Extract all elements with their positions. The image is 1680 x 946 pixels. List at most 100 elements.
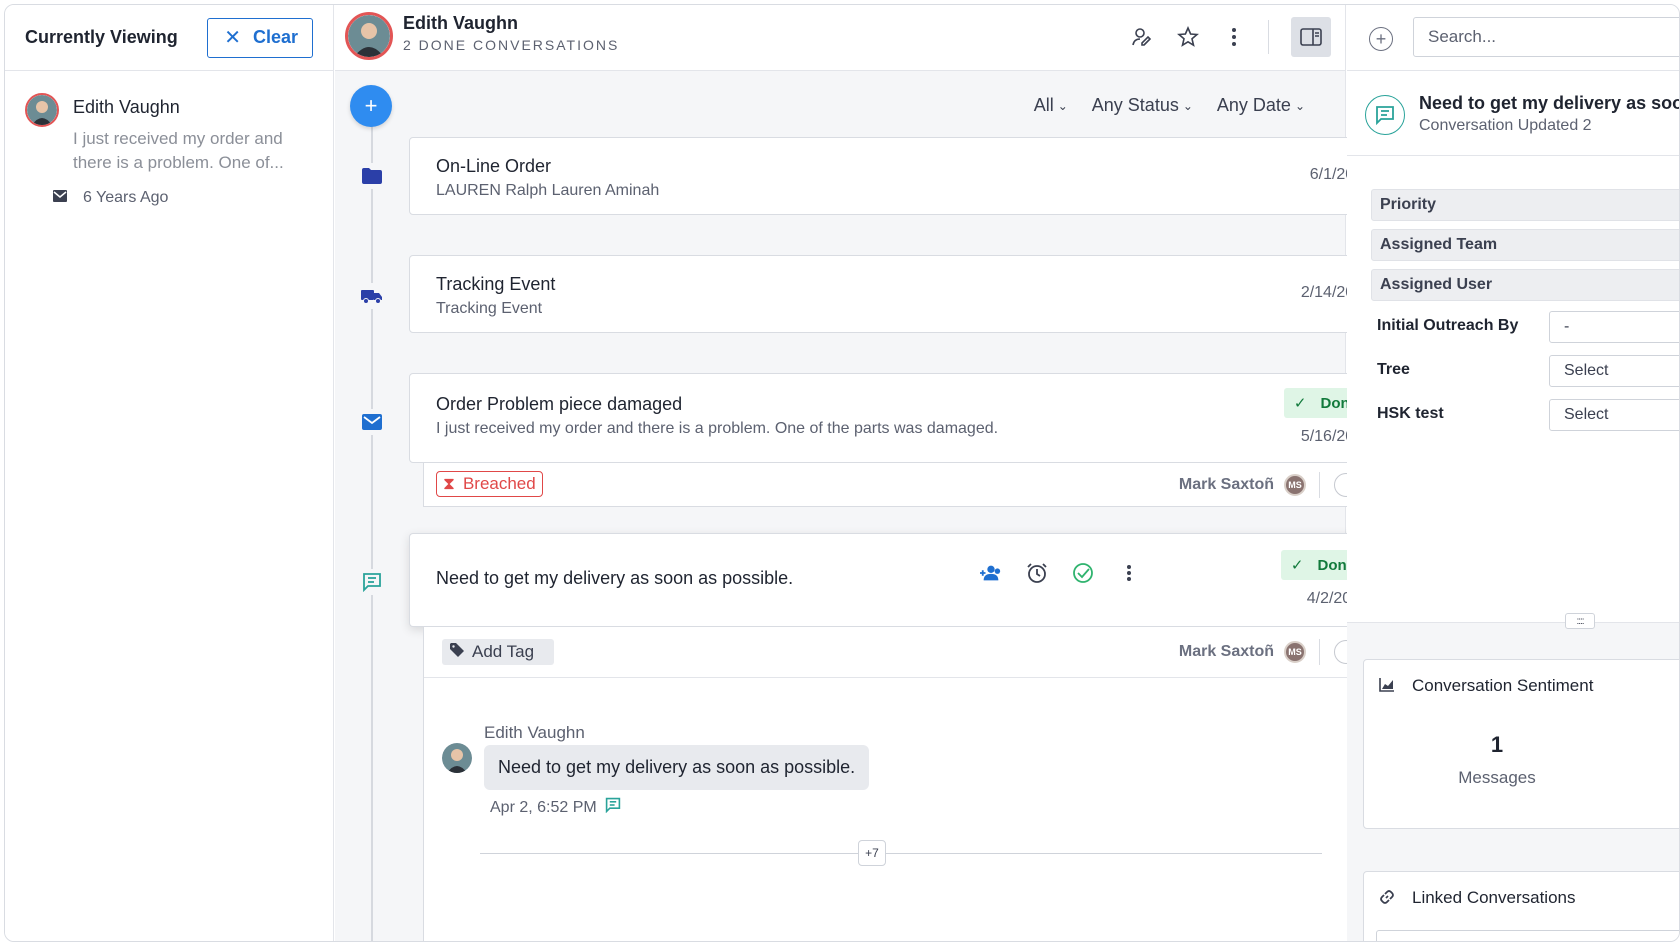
customer-name: Edith Vaughn: [403, 13, 518, 33]
sentiment-card: Conversation Sentiment 1 Messages: [1363, 659, 1679, 829]
chart-icon: [1378, 676, 1396, 694]
divider: [1319, 639, 1320, 665]
folder-icon: [359, 163, 385, 189]
message-bubble: Need to get my delivery as soon as possi…: [484, 745, 870, 790]
conversation-details: Need to get my delivery as soon as possi…: [1347, 71, 1679, 623]
more-vertical-icon[interactable]: [1118, 562, 1140, 584]
star-icon[interactable]: [1176, 25, 1200, 49]
card-title: Tracking Event: [436, 274, 556, 294]
chevron-down-icon: ⌄: [1182, 98, 1193, 113]
header-actions: [1130, 17, 1331, 57]
mail-icon: [359, 409, 385, 435]
sla-badge: ⧗ Breached: [436, 471, 543, 497]
chevron-down-icon: ⌄: [1057, 98, 1068, 113]
message-time: Apr 2, 6:52 PM: [490, 797, 621, 818]
check-icon: ✓: [1293, 395, 1307, 412]
filter-all[interactable]: All ⌄: [1034, 95, 1068, 116]
message-timestamp: Apr 2, 6:52 PM: [490, 798, 597, 816]
linked-search-input[interactable]: Search by name, status...: [1376, 930, 1679, 941]
time-label: 6 Years Ago: [83, 189, 169, 206]
customer-avatar: [345, 12, 393, 60]
assignee-name: Mark Saxtoñ: [1178, 476, 1274, 493]
search-input[interactable]: Search...: [1413, 17, 1679, 57]
timeline-card-chat[interactable]: Need to get my delivery as soon as possi…: [409, 533, 1393, 627]
more-vertical-icon[interactable]: [1222, 25, 1246, 49]
card-actions: [980, 562, 1140, 584]
timeline-filters: All ⌄ Any Status ⌄ Any Date ⌄: [1034, 95, 1305, 116]
clear-button[interactable]: ✕ Clear: [207, 17, 313, 58]
timeline-pane: Edith Vaughn 2 DONE CONVERSATIONS + All …: [335, 5, 1393, 941]
assign-team-icon[interactable]: [980, 562, 1002, 584]
conversation-time: 6 Years Ago: [53, 189, 169, 207]
tag-icon: [450, 642, 464, 662]
details-divider: [1347, 155, 1679, 156]
card-title: On-Line Order: [436, 156, 552, 176]
customer-subtitle: 2 DONE CONVERSATIONS: [403, 37, 620, 53]
assigned-team-field[interactable]: Assigned Team: [1371, 229, 1679, 261]
details-pane: + Search... Need to get my delivery as s…: [1347, 5, 1679, 941]
add-circle-icon[interactable]: +: [1369, 27, 1393, 51]
hourglass-icon: ⧗: [443, 474, 455, 493]
avatar: [25, 93, 59, 127]
hsk-select[interactable]: Select: [1549, 399, 1679, 431]
currently-viewing-title: Currently Viewing: [25, 27, 178, 47]
customer-header: Edith Vaughn 2 DONE CONVERSATIONS: [335, 5, 1345, 71]
initial-outreach-label: Initial Outreach By: [1377, 317, 1519, 334]
check-circle-icon[interactable]: [1072, 562, 1094, 584]
add-tag-button[interactable]: Add Tag: [442, 639, 555, 665]
assignee-avatar: MS: [1284, 641, 1306, 663]
more-messages-line: [480, 853, 1322, 854]
details-header: + Search...: [1347, 5, 1679, 71]
timeline-card-order[interactable]: On-Line Order LAUREN Ralph Lauren Aminah…: [409, 137, 1393, 215]
more-messages-button[interactable]: +7: [858, 840, 886, 866]
timeline-card-tracking[interactable]: Tracking Event Tracking Event 2/14/2018: [409, 255, 1393, 333]
thread-divider: [424, 677, 1378, 678]
filter-status[interactable]: Any Status ⌄: [1092, 95, 1193, 116]
message-count-label: Messages: [1458, 768, 1536, 787]
chat-icon: [359, 569, 385, 595]
filter-date-label: Any Date: [1216, 95, 1291, 115]
card-subtitle: LAUREN Ralph Lauren Aminah: [436, 182, 660, 199]
close-icon: ✕: [224, 27, 241, 49]
chevron-down-icon: ⌄: [1294, 98, 1305, 113]
edit-user-icon[interactable]: [1130, 25, 1154, 49]
app-window: Currently Viewing ✕ Clear Edith Vaughn I…: [4, 4, 1680, 942]
alarm-clock-icon[interactable]: [1026, 562, 1048, 584]
card-subtitle: I just received my order and there is a …: [436, 420, 999, 437]
card-title: Need to get my delivery as soon as possi…: [436, 568, 794, 588]
timeline-line: [371, 105, 373, 941]
initial-outreach-select[interactable]: -: [1549, 311, 1679, 343]
linked-conversations-card: Linked Conversations Search by name, sta…: [1363, 871, 1679, 941]
assignee[interactable]: Mark Saxtoñ MS: [1179, 641, 1306, 663]
card-meta-row: ⧗ Breached Mark Saxtoñ MS: [423, 463, 1379, 507]
timeline-card-email[interactable]: Order Problem piece damaged I just recei…: [409, 373, 1393, 463]
add-button[interactable]: +: [350, 85, 392, 127]
mail-icon: [53, 189, 67, 207]
card-title: Order Problem piece damaged: [436, 394, 683, 414]
assignee-name: Mark Saxtoñ: [1178, 643, 1274, 660]
toggle-panel-button[interactable]: [1291, 17, 1331, 57]
message-count: 1: [1490, 732, 1504, 757]
filter-status-label: Any Status: [1091, 95, 1179, 115]
filter-all-label: All: [1033, 95, 1054, 115]
link-icon: [1378, 888, 1396, 906]
message-avatar: [442, 743, 472, 773]
conversation-title: Need to get my delivery as soon as possi…: [1419, 93, 1679, 113]
conversation-thread: Add Tag Mark Saxtoñ MS Edith Vaughn Need…: [423, 627, 1379, 941]
assigned-user-field[interactable]: Assigned User: [1371, 269, 1679, 301]
resize-handle[interactable]: ::::: [1565, 613, 1595, 629]
check-icon: ✓: [1290, 557, 1304, 574]
priority-field[interactable]: Priority: [1371, 189, 1679, 221]
header-divider: [1268, 20, 1269, 54]
tree-select[interactable]: Select: [1549, 355, 1679, 387]
chat-icon: [1365, 95, 1405, 135]
divider: [1319, 472, 1320, 498]
side-panel-icon: [1300, 28, 1322, 46]
message-author: Edith Vaughn: [484, 723, 585, 742]
conversation-updated: Conversation Updated 2: [1419, 117, 1592, 134]
list-header: Currently Viewing ✕ Clear: [5, 5, 333, 71]
hsk-label: HSK test: [1377, 405, 1444, 422]
filter-date[interactable]: Any Date ⌄: [1217, 95, 1305, 116]
sentiment-title: Conversation Sentiment: [1412, 676, 1594, 695]
assignee[interactable]: Mark Saxtoñ MS: [1179, 474, 1306, 496]
